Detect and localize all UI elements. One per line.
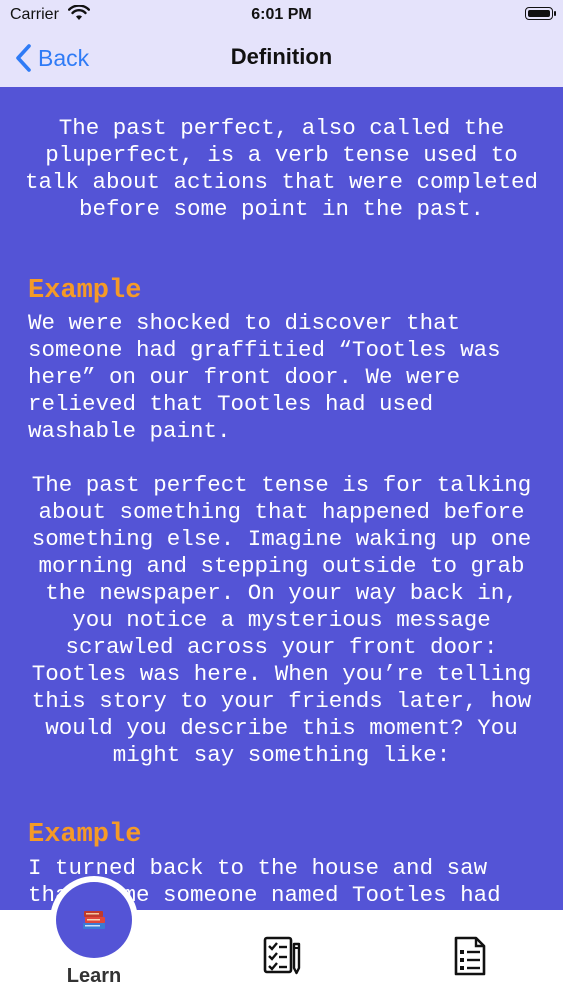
page-title: Definition xyxy=(230,44,333,69)
example-heading-2: Example xyxy=(28,820,142,850)
intro-paragraph: The past perfect, also called the pluper… xyxy=(24,115,539,222)
learn-tab-label: Learn xyxy=(66,965,122,987)
quiz-checklist-icon[interactable] xyxy=(262,936,302,976)
battery-icon xyxy=(525,7,556,20)
tab-bar: Learn xyxy=(0,876,563,1000)
notes-document-icon[interactable] xyxy=(450,936,490,976)
status-time: 6:01 PM xyxy=(251,6,312,23)
books-icon xyxy=(83,911,105,929)
status-bar: Carrier 6:01 PM xyxy=(0,0,563,30)
learn-tab-circle xyxy=(50,876,138,964)
tab-learn[interactable]: Learn xyxy=(44,876,144,1000)
example-text: We were shocked to discover that someone… xyxy=(28,310,501,444)
navigation-bar: Back Definition xyxy=(0,30,563,87)
top-bar: Carrier 6:01 PM Back Definition xyxy=(0,0,563,87)
explanation-paragraph: The past perfect tense is for talking ab… xyxy=(31,472,532,768)
example-heading: Example xyxy=(28,276,142,306)
definition-content[interactable]: The past perfect, also called the pluper… xyxy=(0,87,563,910)
